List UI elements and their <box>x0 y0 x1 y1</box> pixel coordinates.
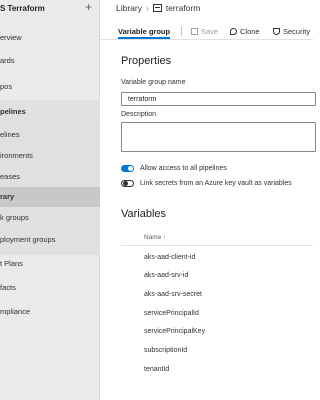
sidebar-item-task-groups[interactable]: k groups <box>0 208 100 228</box>
sidebar-item-overview[interactable]: erview <box>0 28 100 48</box>
main-content: Library › terraform Variable group Save Cl… <box>101 0 316 400</box>
name-column-header[interactable]: Name ↑ <box>144 234 166 241</box>
toolbar: Variable group Save Clone Security <box>101 22 313 40</box>
name-column-label: Name <box>144 234 162 241</box>
breadcrumb-library[interactable]: Library <box>116 3 142 13</box>
sidebar-item-library[interactable]: rary <box>0 187 100 207</box>
column-header-divider <box>121 245 313 246</box>
variables-heading: Variables <box>121 208 167 220</box>
sidebar-item-repos[interactable]: pos <box>0 77 100 97</box>
sidebar-item-boards[interactable]: ards <box>0 51 100 71</box>
sort-ascending-icon: ↑ <box>163 234 167 241</box>
description-label: Description <box>121 111 157 118</box>
toolbar-divider <box>181 26 182 36</box>
security-button[interactable]: Security <box>273 27 310 36</box>
left-nav-sidebar: S Terraform + erview ards pos pelines el… <box>0 0 100 400</box>
security-label: Security <box>283 27 311 36</box>
shield-icon <box>273 28 280 35</box>
sidebar-item-pipelines-section[interactable]: pelines <box>0 102 100 122</box>
variable-row[interactable]: aks-aad-client-id <box>144 254 195 261</box>
variable-row[interactable]: subscriptionId <box>144 347 187 354</box>
sidebar-item-pipelines[interactable]: elines <box>0 125 100 145</box>
toggle-knob <box>128 166 133 171</box>
library-icon <box>152 4 162 12</box>
clone-label: Clone <box>240 27 260 36</box>
allow-access-label: Allow access to all pipelines <box>140 165 227 172</box>
save-button[interactable]: Save <box>191 27 218 36</box>
variable-row[interactable]: servicePrincipalId <box>144 310 199 317</box>
clone-icon <box>230 28 237 35</box>
breadcrumb: Library › terraform <box>116 3 200 15</box>
sidebar-item-compliance[interactable]: mpliance <box>0 302 100 322</box>
allow-access-toggle[interactable] <box>121 165 134 172</box>
chevron-right-icon: › <box>145 3 149 13</box>
clone-button[interactable]: Clone <box>230 27 260 36</box>
sidebar-item-releases[interactable]: eases <box>0 167 100 187</box>
sidebar-item-artifacts[interactable]: facts <box>0 278 100 298</box>
sidebar-item-environments[interactable]: ironments <box>0 146 100 166</box>
save-icon <box>191 28 198 35</box>
variable-row[interactable]: aks-aad-srv-id <box>144 272 188 279</box>
variable-group-name-input[interactable] <box>121 92 316 106</box>
link-secrets-label: Link secrets from an Azure key vault as … <box>140 180 292 187</box>
save-label: Save <box>201 27 219 36</box>
description-textarea[interactable] <box>121 122 316 152</box>
tab-variable-group[interactable]: Variable group <box>118 27 170 36</box>
properties-heading: Properties <box>121 55 172 67</box>
breadcrumb-current[interactable]: terraform <box>166 3 200 13</box>
project-title[interactable]: S Terraform <box>0 4 45 13</box>
project-header: S Terraform + <box>0 0 100 18</box>
variable-row[interactable]: tenantId <box>144 366 169 373</box>
active-tab-indicator <box>118 37 170 39</box>
link-secrets-toggle[interactable] <box>121 180 134 187</box>
variable-group-name-label: Variable group name <box>121 79 186 86</box>
sidebar-item-test-plans[interactable]: t Plans <box>0 254 100 274</box>
variable-row[interactable]: aks-aad-srv-secret <box>144 291 202 298</box>
sidebar-item-deployment-groups[interactable]: ployment groups <box>0 230 100 250</box>
variable-row[interactable]: servicePrincipalKey <box>144 328 205 335</box>
toggle-knob <box>123 181 128 186</box>
add-icon[interactable]: + <box>85 1 92 13</box>
